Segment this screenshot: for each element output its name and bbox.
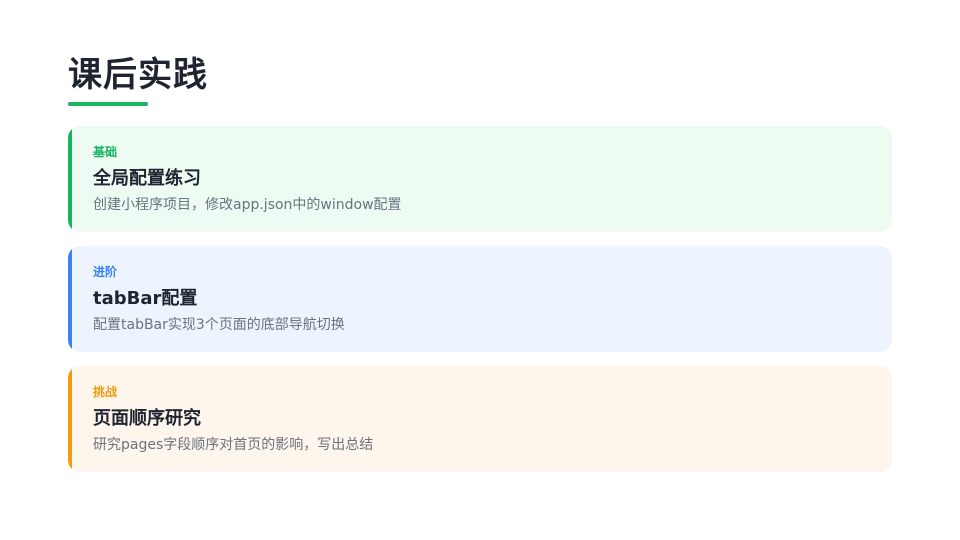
page-title: 课后实践 (68, 55, 208, 95)
card-level-label: 进阶 (93, 265, 118, 279)
card-level-label: 挑战 (93, 385, 118, 399)
practice-card-list: 基础 全局配置练习 创建小程序项目，修改app.json中的window配置 进… (68, 126, 892, 472)
practice-card-challenge: 挑战 页面顺序研究 研究pages字段顺序对首页的影响，写出总结 (68, 366, 892, 472)
card-description: 配置tabBar实现3个页面的底部导航切换 (93, 317, 345, 333)
card-title: tabBar配置 (93, 288, 198, 309)
slide: 课后实践 基础 全局配置练习 创建小程序项目，修改app.json中的windo… (0, 0, 960, 540)
card-title: 页面顺序研究 (93, 408, 201, 429)
card-description: 研究pages字段顺序对首页的影响，写出总结 (93, 437, 374, 453)
card-title: 全局配置练习 (93, 168, 201, 189)
card-description: 创建小程序项目，修改app.json中的window配置 (93, 197, 402, 213)
title-underline (68, 102, 148, 106)
card-level-label: 基础 (93, 145, 118, 159)
practice-card-advanced: 进阶 tabBar配置 配置tabBar实现3个页面的底部导航切换 (68, 246, 892, 352)
practice-card-basic: 基础 全局配置练习 创建小程序项目，修改app.json中的window配置 (68, 126, 892, 232)
